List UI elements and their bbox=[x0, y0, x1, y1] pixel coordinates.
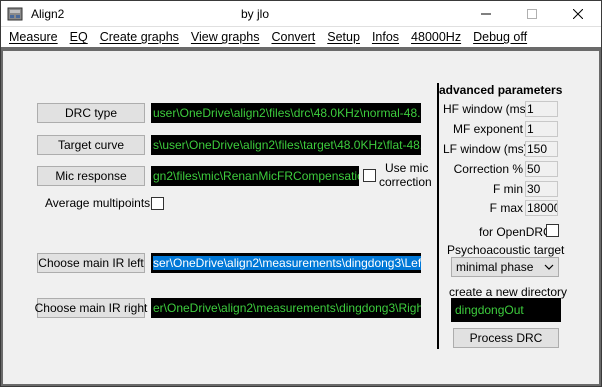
menu-convert[interactable]: Convert bbox=[265, 30, 321, 44]
process-drc-button[interactable]: Process DRC bbox=[453, 328, 559, 348]
average-multipoints-label: Average multipoints bbox=[45, 196, 151, 210]
menu-infos[interactable]: Infos bbox=[366, 30, 405, 44]
target-curve-button[interactable]: Target curve bbox=[37, 135, 145, 155]
use-mic-label-2: correction bbox=[379, 175, 432, 189]
main-panel: DRC type user\OneDrive\align2\files\drc\… bbox=[3, 51, 599, 384]
lf-window-label: LF window (ms) bbox=[443, 142, 528, 156]
choose-ir-left-button[interactable]: Choose main IR left bbox=[37, 253, 145, 273]
target-curve-path: s\user\OneDrive\align2\files\target\48.0… bbox=[151, 135, 421, 155]
f-min-input[interactable]: 30 bbox=[525, 181, 558, 197]
psychoacoustic-target-value: minimal phase bbox=[456, 260, 534, 274]
menu-view-graphs[interactable]: View graphs bbox=[185, 30, 266, 44]
correction-percent-label: Correction % bbox=[453, 162, 523, 176]
menu-measure[interactable]: Measure bbox=[3, 30, 64, 44]
lf-window-input[interactable]: 150 bbox=[525, 141, 558, 157]
panel-divider bbox=[437, 83, 439, 349]
maximize-icon bbox=[527, 9, 537, 19]
new-directory-input[interactable]: dingdongOut bbox=[451, 298, 561, 322]
menu-create-graphs[interactable]: Create graphs bbox=[94, 30, 185, 44]
app-icon bbox=[7, 7, 23, 21]
close-icon bbox=[573, 9, 583, 19]
choose-ir-right-button[interactable]: Choose main IR right bbox=[35, 298, 147, 318]
mf-exponent-label: MF exponent bbox=[452, 122, 523, 136]
chevron-down-icon bbox=[542, 259, 556, 275]
mic-response-path: gn2\files\mic\RenanMicFRCompensation.txt bbox=[151, 166, 359, 186]
minimize-button[interactable] bbox=[463, 1, 509, 27]
average-multipoints-checkbox[interactable] bbox=[151, 197, 164, 210]
window-caption: by jlo bbox=[241, 7, 270, 21]
for-opendrc-checkbox[interactable] bbox=[546, 224, 559, 237]
workspace: DRC type user\OneDrive\align2\files\drc\… bbox=[1, 47, 601, 386]
drc-type-button[interactable]: DRC type bbox=[37, 103, 145, 123]
menu-bar: Measure EQ Create graphs View graphs Con… bbox=[1, 27, 601, 47]
f-max-input[interactable]: 18000 bbox=[525, 200, 558, 216]
maximize-button[interactable] bbox=[509, 1, 555, 27]
mic-response-button[interactable]: Mic response bbox=[37, 166, 145, 186]
use-mic-correction-checkbox[interactable] bbox=[363, 169, 376, 182]
menu-eq[interactable]: EQ bbox=[64, 30, 94, 44]
psychoacoustic-target-select[interactable]: minimal phase bbox=[451, 257, 559, 277]
menu-debug[interactable]: Debug off bbox=[467, 30, 533, 44]
hf-window-input[interactable]: 1 bbox=[525, 101, 558, 117]
title-bar: Align2 by jlo bbox=[1, 1, 601, 27]
correction-percent-input[interactable]: 50 bbox=[525, 161, 558, 177]
app-window: Align2 by jlo Measure EQ Create graphs V… bbox=[0, 0, 602, 387]
ir-left-path[interactable]: ser\OneDrive\align2\measurements\dingdon… bbox=[151, 253, 421, 273]
menu-sample-rate[interactable]: 48000Hz bbox=[405, 30, 467, 44]
for-opendrc-label: for OpenDRC bbox=[479, 225, 552, 239]
psychoacoustic-target-label: Psychoacoustic target bbox=[447, 243, 565, 257]
use-mic-label-1: Use mic bbox=[385, 161, 429, 175]
minimize-icon bbox=[481, 13, 491, 15]
menu-setup[interactable]: Setup bbox=[321, 30, 366, 44]
window-title: Align2 bbox=[31, 7, 65, 21]
f-max-label: F max bbox=[489, 201, 523, 215]
hf-window-label: HF window (ms) bbox=[443, 102, 530, 116]
ir-right-path: er\OneDrive\align2\measurements\dingdong… bbox=[151, 298, 421, 318]
close-button[interactable] bbox=[555, 1, 601, 27]
ir-left-path-text: ser\OneDrive\align2\measurements\dingdon… bbox=[153, 256, 421, 270]
drc-type-path: user\OneDrive\align2\files\drc\48.0KHz\n… bbox=[151, 103, 421, 123]
new-directory-label: create a new directory bbox=[449, 285, 568, 299]
advanced-parameters-title: advanced parameters bbox=[439, 83, 563, 97]
mf-exponent-input[interactable]: 1 bbox=[525, 121, 558, 137]
f-min-label: F min bbox=[493, 182, 523, 196]
